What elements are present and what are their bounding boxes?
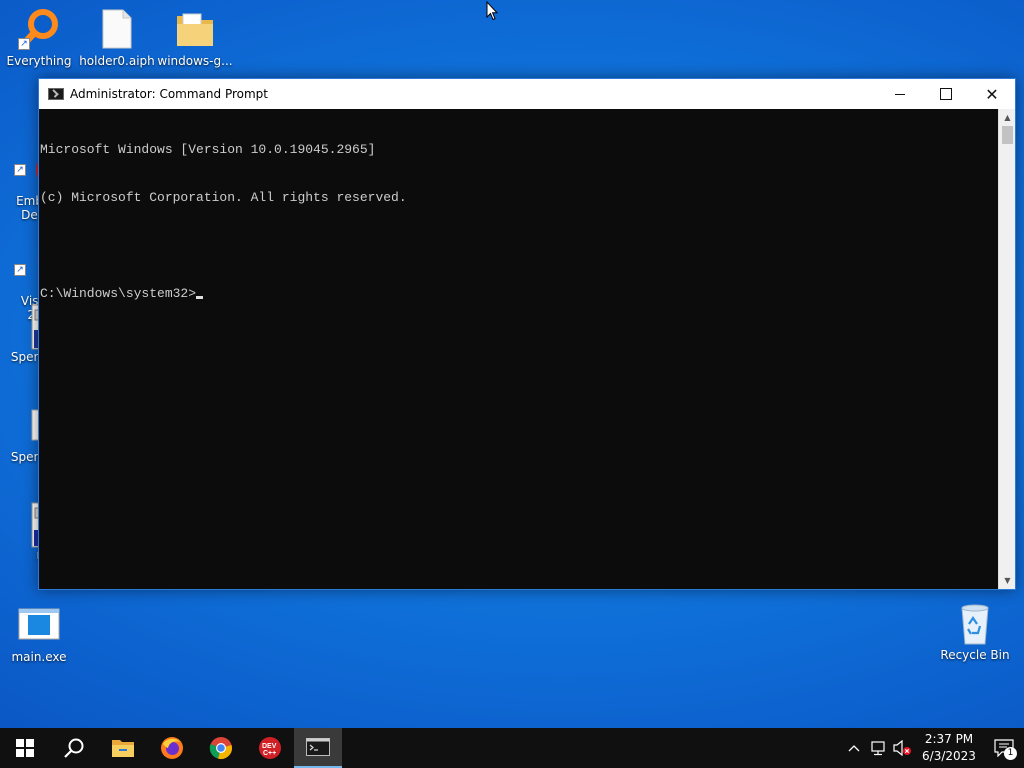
- scrollbar-thumb[interactable]: [1002, 126, 1013, 144]
- console-output[interactable]: Microsoft Windows [Version 10.0.19045.29…: [39, 109, 998, 589]
- system-tray: 2:37 PM 6/3/2023 1: [842, 728, 1024, 768]
- desktop-icon-label: windows-g...: [157, 54, 233, 68]
- taskbar-command-prompt[interactable]: [294, 728, 342, 768]
- minimize-button[interactable]: [877, 79, 923, 109]
- scroll-down-icon[interactable]: ▼: [999, 572, 1016, 589]
- file-explorer-icon: [111, 740, 134, 757]
- start-button[interactable]: [0, 728, 49, 768]
- console-line: (c) Microsoft Corporation. All rights re…: [40, 190, 407, 205]
- desktop-icon-windows-folder[interactable]: windows-g...: [156, 8, 234, 68]
- desktop-icon-recycle-bin[interactable]: Recycle Bin: [936, 602, 1014, 662]
- shortcut-arrow-icon: ↗: [14, 264, 26, 276]
- desktop-icon-everything[interactable]: ↗ Everything: [0, 8, 78, 68]
- console-prompt: C:\Windows\system32>: [40, 286, 197, 301]
- taskbar-search-button[interactable]: [49, 728, 98, 768]
- show-hidden-icons-button[interactable]: [842, 728, 866, 768]
- mouse-pointer-icon: [486, 1, 498, 21]
- chrome-icon: [209, 737, 232, 759]
- recycle-bin-icon: [954, 602, 996, 645]
- svg-text:C++: C++: [263, 750, 276, 757]
- close-button[interactable]: ✕: [969, 79, 1015, 109]
- network-button[interactable]: [866, 728, 890, 768]
- text-cursor: [196, 296, 204, 299]
- clock-date: 6/3/2023: [922, 749, 976, 763]
- window-title: Administrator: Command Prompt: [70, 87, 268, 101]
- shortcut-arrow-icon: ↗: [14, 164, 26, 176]
- console-prompt-line: C:\Windows\system32>: [40, 286, 998, 302]
- maximize-button[interactable]: [923, 79, 969, 109]
- program-exe-icon: [18, 604, 60, 646]
- desktop-icon-holder0[interactable]: holder0.aiph: [78, 8, 156, 68]
- desktop-icon-label: holder0.aiph: [79, 54, 155, 68]
- notification-count-badge: 1: [1004, 747, 1017, 760]
- taskbar-dev-cpp[interactable]: DEV C++: [245, 728, 294, 768]
- folder-icon: [174, 8, 216, 50]
- dev-cpp-icon: DEV C++: [258, 737, 281, 759]
- search-icon: [63, 738, 83, 758]
- desktop-icon-label: Everything: [6, 54, 72, 68]
- shortcut-arrow-icon: ↗: [18, 38, 30, 50]
- vertical-scrollbar[interactable]: ▲ ▼: [998, 109, 1015, 589]
- chevron-up-icon: [848, 745, 860, 752]
- search-magnifier-icon: ↗: [18, 8, 60, 50]
- network-icon: [871, 741, 885, 756]
- window-titlebar[interactable]: Administrator: Command Prompt ✕: [39, 79, 1015, 109]
- desktop-icon-label: main.exe: [11, 650, 67, 664]
- volume-muted-icon: [893, 740, 911, 756]
- scroll-up-icon[interactable]: ▲: [999, 109, 1016, 126]
- svg-text:DEV: DEV: [262, 743, 277, 750]
- taskbar-firefox[interactable]: [147, 728, 196, 768]
- clock-time: 2:37 PM: [924, 732, 974, 746]
- console-line: Microsoft Windows [Version 10.0.19045.29…: [40, 142, 376, 157]
- start-icon: [15, 739, 34, 757]
- blank-file-icon: [96, 8, 138, 50]
- taskbar: DEV C++ 2:37 PM 6/3/2023 1: [0, 728, 1024, 768]
- command-prompt-icon: [306, 738, 330, 756]
- taskbar-file-explorer[interactable]: [98, 728, 147, 768]
- firefox-icon: [160, 737, 183, 759]
- volume-button[interactable]: [890, 728, 914, 768]
- command-prompt-icon: [48, 88, 64, 100]
- taskbar-chrome[interactable]: [196, 728, 245, 768]
- desktop-icon-main-exe[interactable]: main.exe: [0, 604, 78, 664]
- taskbar-clock[interactable]: 2:37 PM 6/3/2023: [914, 731, 984, 765]
- action-center-button[interactable]: 1: [984, 728, 1024, 768]
- command-prompt-window[interactable]: Administrator: Command Prompt ✕ Microsof…: [38, 78, 1016, 590]
- desktop-icon-label: Recycle Bin: [940, 648, 1010, 662]
